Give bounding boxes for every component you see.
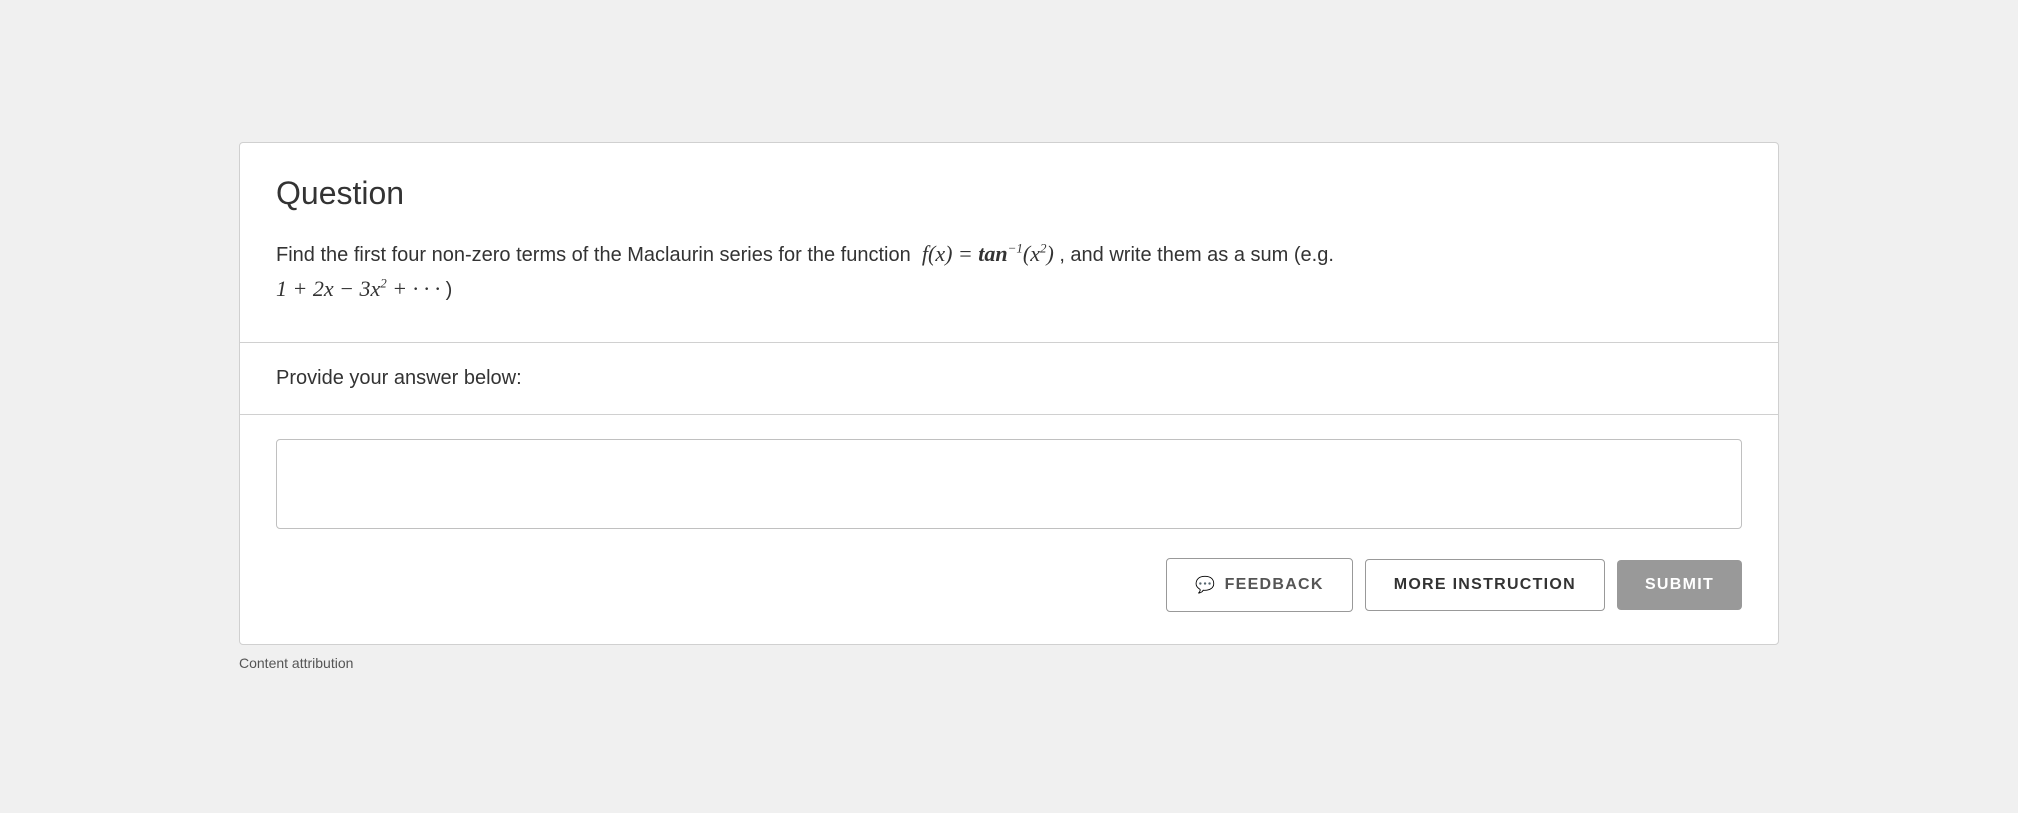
question-formula: f(x) = tan−1(x2): [922, 241, 1059, 266]
question-section: Question Find the first four non-zero te…: [240, 143, 1778, 343]
feedback-button[interactable]: 💬 FEEDBACK: [1166, 558, 1352, 612]
question-text-part2: , and write them as a sum (e.g.: [1059, 244, 1334, 266]
answer-input-section: 💬 FEEDBACK MORE INSTRUCTION SUBMIT: [240, 415, 1778, 644]
submit-label: SUBMIT: [1645, 576, 1714, 593]
content-attribution: Content attribution: [239, 655, 1779, 671]
question-card: Question Find the first four non-zero te…: [239, 142, 1779, 645]
answer-input[interactable]: [276, 439, 1742, 529]
feedback-icon: 💬: [1195, 575, 1216, 595]
more-instruction-label: MORE INSTRUCTION: [1394, 576, 1576, 593]
question-text-part1: Find the first four non-zero terms of th…: [276, 244, 916, 266]
more-instruction-button[interactable]: MORE INSTRUCTION: [1365, 559, 1605, 611]
submit-button[interactable]: SUBMIT: [1617, 560, 1742, 610]
button-row: 💬 FEEDBACK MORE INSTRUCTION SUBMIT: [276, 558, 1742, 612]
question-text-part3: ): [446, 279, 453, 301]
question-example-formula: 1 + 2x − 3x2 + · · ·: [276, 276, 446, 301]
feedback-label: FEEDBACK: [1225, 576, 1324, 594]
page-wrapper: Question Find the first four non-zero te…: [239, 142, 1779, 671]
answer-label-section: Provide your answer below:: [240, 343, 1778, 415]
question-title: Question: [276, 175, 1742, 212]
question-text: Find the first four non-zero terms of th…: [276, 236, 1742, 306]
answer-label: Provide your answer below:: [276, 367, 1742, 390]
